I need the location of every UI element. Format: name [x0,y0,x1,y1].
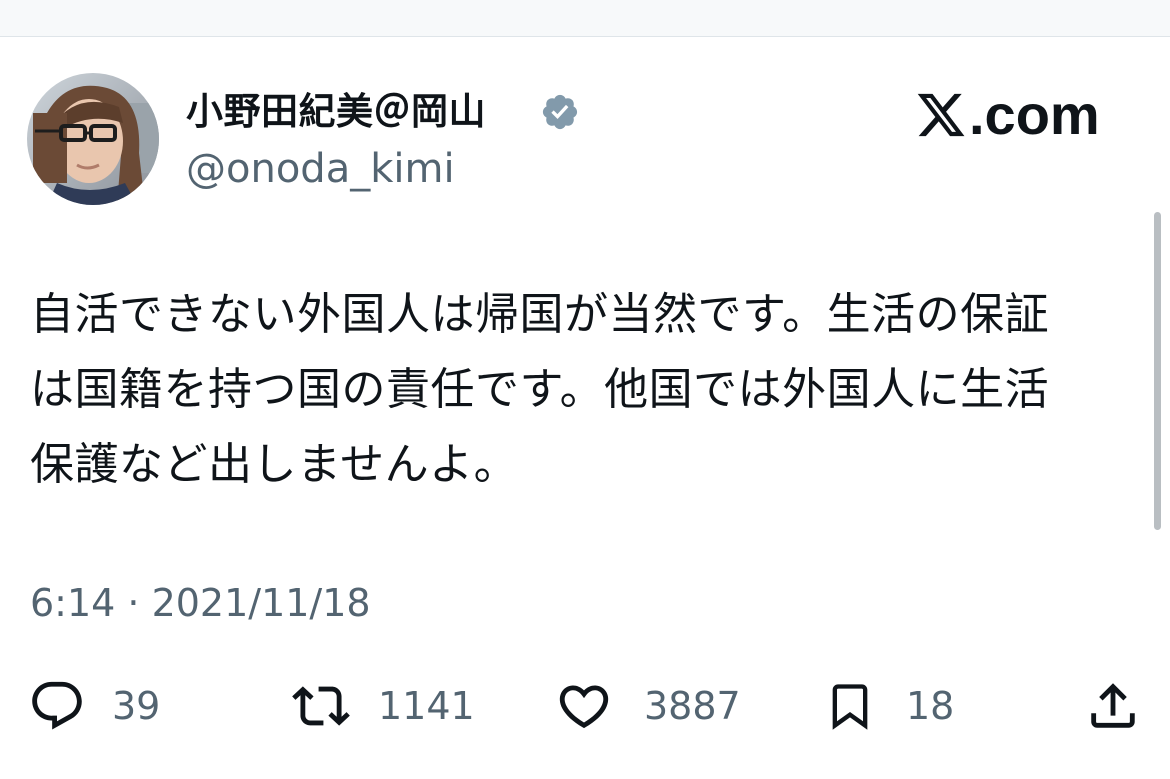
retweet-icon [292,686,350,726]
scrollbar[interactable] [1154,212,1161,530]
bookmark-button[interactable]: 18 [824,676,954,736]
tweet-timestamp[interactable]: 6:14 · 2021/11/18 [30,579,371,627]
tweet-text-line: は国籍を持つ国の責任です。他国では外国人に生活 [30,364,1050,415]
tweet-text-line: 自活できない外国人は帰国が当然です。生活の保証 [30,289,1050,340]
avatar-photo [27,73,159,205]
like-count: 3887 [644,684,741,728]
tweet-text: 自活できない外国人は帰国が当然です。生活の保証 は国籍を持つ国の責任です。他国で… [30,277,1140,502]
author-display-name[interactable]: 小野田紀美＠岡山 [186,88,486,136]
like-button[interactable]: 3887 [554,676,741,736]
reply-icon [32,681,82,730]
tweet-text-line: 保護など出しませんよ。 [30,439,519,490]
bookmark-icon [832,684,868,730]
brand-domain-text: .com [969,83,1100,146]
share-icon [1091,683,1135,728]
retweet-count: 1141 [378,684,475,728]
action-bar: 39 1141 3887 18 [0,676,1170,736]
top-bar [0,0,1170,37]
x-logo-icon [917,93,965,137]
reply-button[interactable]: 39 [28,676,160,736]
share-button[interactable] [1084,676,1142,736]
bookmark-count: 18 [906,684,955,728]
brand-logo: .com [915,84,1100,146]
avatar[interactable] [27,73,159,205]
reply-count: 39 [112,684,161,728]
heart-icon [559,685,609,729]
verified-badge-icon [542,94,578,130]
author-handle[interactable]: @onoda_kimi [186,145,455,193]
retweet-button[interactable]: 1141 [288,676,475,736]
